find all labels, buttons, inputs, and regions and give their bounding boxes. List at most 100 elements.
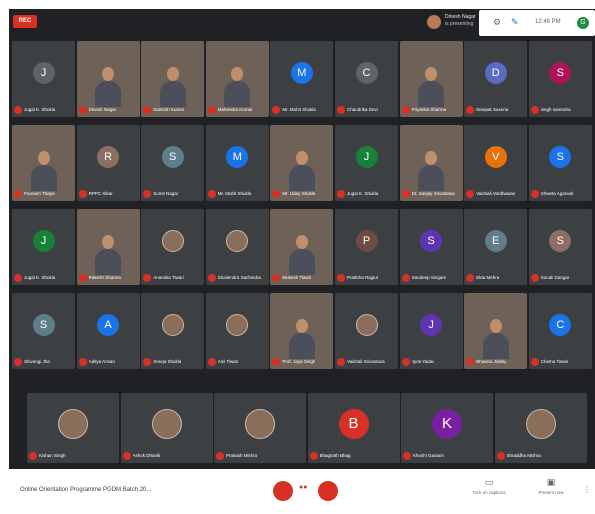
participant-tile[interactable]: Dinesh Nagar <box>76 41 140 117</box>
mic-muted-icon <box>143 274 152 282</box>
participant-tile[interactable]: S Shweta Agarwal <box>528 125 592 201</box>
participant-tile[interactable]: B Bhagirath Bhag <box>307 393 400 463</box>
participant-video <box>288 151 315 191</box>
participant-avatar: J <box>420 313 443 336</box>
participant-tile[interactable]: J Jugal K. Shukla <box>335 125 398 201</box>
participant-label: Ekta Mehra <box>466 273 525 283</box>
participant-tile[interactable]: R RPPC Sikar <box>76 125 140 201</box>
mic-muted-icon <box>530 190 539 198</box>
mic-muted-icon <box>14 106 22 114</box>
participant-label: Sonali Dangar <box>530 273 590 283</box>
participant-name: Mr. Uday Shukla <box>282 191 316 196</box>
participant-tile[interactable]: J Jugal K. Shukla <box>12 209 75 285</box>
participant-tile[interactable]: Prof. Jaya Singh <box>270 293 334 369</box>
mic-muted-icon <box>466 274 475 282</box>
participant-photo <box>525 408 556 439</box>
participant-tile[interactable]: S Shivangi Jha <box>12 293 75 369</box>
participant-tile[interactable]: C Chetna Tiwari <box>528 293 592 369</box>
participant-name: Dr. Sanjay Srivastava <box>411 191 455 196</box>
participant-name: Jugal K. Shukla <box>24 275 56 280</box>
participant-name: Deepak Saxena <box>476 107 509 112</box>
participant-name: Chandrika Devi <box>347 107 378 112</box>
participant-avatar: R <box>97 145 120 168</box>
participant-tile[interactable]: Prakash Mishra <box>214 393 306 463</box>
participant-tile[interactable]: Anamika Tiwari <box>141 209 205 285</box>
presenter-chip[interactable]: Dinesh Nagar is presenting <box>427 13 477 35</box>
mic-muted-icon <box>272 106 281 114</box>
participant-tile[interactable]: S Sandeep Singare <box>399 209 463 285</box>
participant-avatar: B <box>338 408 369 439</box>
participant-name: Jugal K. Shukla <box>24 107 56 112</box>
mic-muted-icon <box>14 190 22 198</box>
participant-photo <box>161 229 184 252</box>
participant-label: Priyanka Sharma <box>401 105 461 115</box>
participant-tile[interactable]: J Jyoti Yadav <box>399 293 463 369</box>
participant-video <box>418 151 445 191</box>
participant-tile[interactable]: Sreeja Shukla <box>141 293 205 369</box>
participant-tile[interactable]: Rakesh Sharma <box>76 209 140 285</box>
more-options-icon[interactable]: ⋮ <box>583 485 591 494</box>
participant-tile[interactable]: Ssingh surendra <box>528 41 592 117</box>
camera-off-button[interactable] <box>318 481 338 501</box>
participant-tile[interactable]: V Vaishali Vardhawan <box>464 125 528 201</box>
participant-tile[interactable]: Mr. Uday Shukla <box>270 125 334 201</box>
participant-tile[interactable]: Dr. Sanjay Srivastava <box>399 125 463 201</box>
captions-button[interactable]: ▭ Turn on captions <box>472 477 506 505</box>
participant-tile[interactable]: Shailendra Sachindra <box>205 209 269 285</box>
participant-name: Sumit Nagar <box>153 191 179 196</box>
participant-label: Mahendra Kumar <box>207 105 267 115</box>
participant-name: Jugal K. Shukla <box>347 191 379 196</box>
settings-icon[interactable]: ⚙ <box>493 17 501 28</box>
user-avatar[interactable]: G <box>577 17 589 29</box>
pin-icon[interactable]: ✎ <box>511 17 519 28</box>
participant-tile[interactable]: Ashok Dhanik <box>120 393 213 463</box>
participant-tile[interactable]: Priyanka Sharma <box>399 41 463 117</box>
more-icon[interactable]: ●● <box>299 484 307 491</box>
participant-avatar: J <box>32 61 55 84</box>
participant-name: Prakash Mishra <box>226 453 258 458</box>
participant-tile[interactable]: S Sonali Dangar <box>528 209 592 285</box>
participant-tile[interactable]: S Sumit Nagar <box>141 125 205 201</box>
participant-tile[interactable]: Poonam Thapa <box>12 125 75 201</box>
participant-tile[interactable]: E Ekta Mehra <box>464 209 528 285</box>
participant-tile[interactable]: Mukesh Tiwari <box>270 209 334 285</box>
participant-video <box>95 235 122 275</box>
participant-tile[interactable]: C Chandrika Devi <box>335 41 398 117</box>
status-panel: ⚙ ✎ 12:48 PM G <box>479 10 595 36</box>
participant-tile[interactable]: Kishan Singh <box>27 393 119 463</box>
participant-avatar: M <box>226 145 249 168</box>
mic-muted-icon <box>530 274 539 282</box>
mic-muted-icon <box>337 106 345 114</box>
participant-name: Chetna Tiwari <box>540 359 569 364</box>
present-now-button[interactable]: ▣ Present now <box>534 477 568 505</box>
participant-tile[interactable]: Santosh Kumar <box>141 41 205 117</box>
mic-muted-icon <box>78 190 87 198</box>
participant-tile[interactable]: M Mr. Mohit Shukla <box>270 41 334 117</box>
participant-tile[interactable]: Vaishali Srivastava <box>335 293 398 369</box>
participant-tile[interactable]: K Khushi Gautam <box>401 393 493 463</box>
participant-tile[interactable]: Shraddha Mishra <box>494 393 587 463</box>
participant-tile[interactable]: M Mr. Mohit Shukla <box>205 125 269 201</box>
participant-avatar: A <box>97 313 120 336</box>
meeting-title[interactable]: Online Orientation Programme PGDM Batch … <box>20 487 151 493</box>
mic-off-button[interactable] <box>273 481 293 501</box>
participant-tile[interactable]: P Pratibha Rajput <box>335 209 398 285</box>
participant-name: Anil Tiwari <box>217 359 239 364</box>
participant-tile[interactable]: Mahendra Kumar <box>205 41 269 117</box>
participant-label: Jyoti Yadav <box>401 357 461 367</box>
participant-tile[interactable]: A Aditya Ansari <box>76 293 140 369</box>
participant-name: Shailendra Sachindra <box>217 275 261 280</box>
participant-tile[interactable]: D Deepak Saxena <box>464 41 528 117</box>
participant-tile[interactable]: Bhawna Jaitley <box>464 293 528 369</box>
participant-label: RPPC Sikar <box>78 189 138 199</box>
mic-muted-icon <box>337 190 345 198</box>
mic-muted-icon <box>272 358 281 366</box>
participant-name: Shivangi Jha <box>24 359 50 364</box>
mic-muted-icon <box>401 106 410 114</box>
participant-tile[interactable]: J Jugal K. Shukla <box>12 41 75 117</box>
mic-muted-icon <box>401 358 410 366</box>
participant-avatar: S <box>420 229 443 252</box>
participant-tile[interactable]: Anil Tiwari <box>205 293 269 369</box>
mic-muted-icon <box>337 274 345 282</box>
participant-name: Mukesh Tiwari <box>282 275 312 280</box>
